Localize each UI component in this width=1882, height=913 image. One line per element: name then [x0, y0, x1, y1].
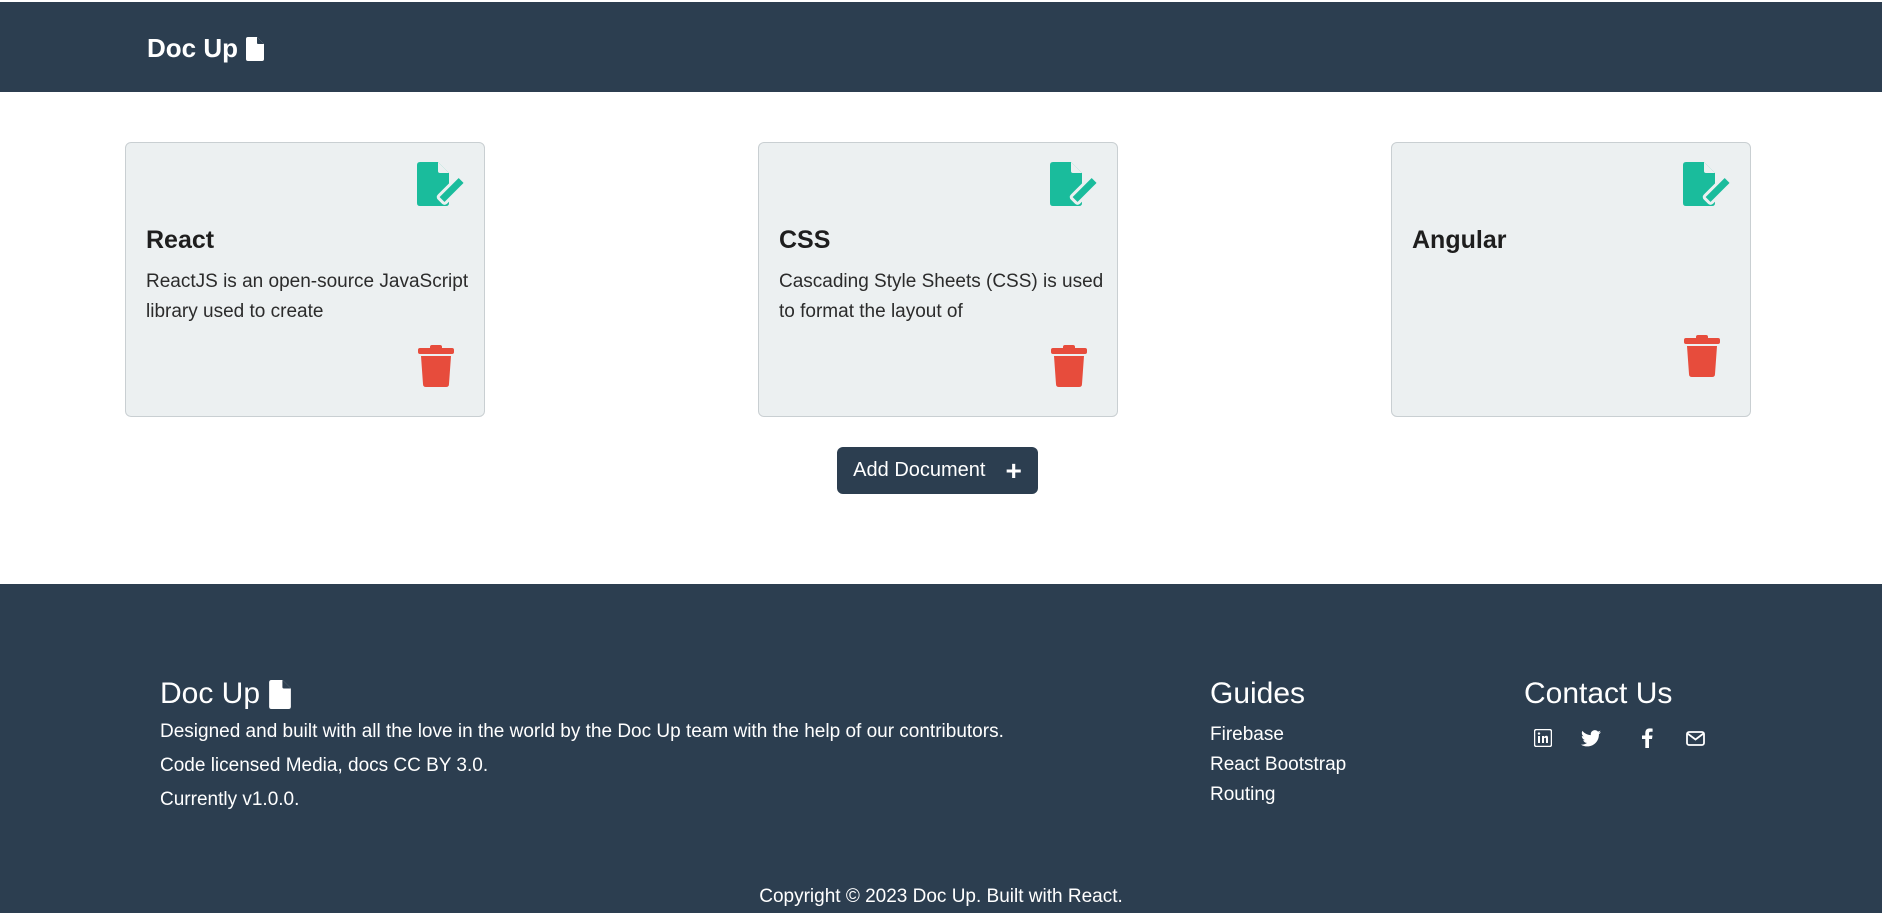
guide-link-routing[interactable]: Routing — [1210, 784, 1276, 806]
delete-document-button[interactable] — [1051, 345, 1087, 387]
file-icon — [246, 36, 264, 61]
file-pen-icon — [1050, 162, 1100, 206]
file-pen-icon — [1683, 162, 1733, 206]
brand-text: Doc Up — [147, 33, 238, 63]
footer-brand: Doc Up — [160, 677, 291, 711]
navbar: Doc Up — [0, 2, 1882, 92]
facebook-link[interactable] — [1634, 725, 1660, 751]
footer: Doc Up Designed and built with all the l… — [0, 584, 1882, 913]
linkedin-link[interactable] — [1530, 725, 1556, 751]
plus-icon: + — [1005, 454, 1022, 486]
add-document-button[interactable]: Add Document + — [837, 447, 1038, 494]
document-title[interactable]: React — [146, 226, 214, 255]
trash-icon — [418, 345, 454, 387]
document-card: CSS Cascading Style Sheets (CSS) is used… — [758, 142, 1118, 417]
edit-document-button[interactable] — [417, 162, 467, 206]
guide-link-firebase[interactable]: Firebase — [1210, 724, 1284, 746]
linkedin-icon — [1534, 729, 1552, 747]
delete-document-button[interactable] — [1684, 335, 1720, 377]
document-card: React ReactJS is an open-source JavaScri… — [125, 142, 485, 417]
document-description: Cascading Style Sheets (CSS) is used to … — [779, 271, 1104, 322]
envelope-icon — [1685, 730, 1705, 746]
edit-document-button[interactable] — [1683, 162, 1733, 206]
facebook-icon — [1641, 728, 1653, 748]
file-icon — [269, 679, 291, 709]
guide-link-react-bootstrap[interactable]: React Bootstrap — [1210, 754, 1346, 776]
document-card: Angular — [1391, 142, 1751, 417]
trash-icon — [1051, 345, 1087, 387]
document-title[interactable]: Angular — [1412, 226, 1506, 255]
edit-document-button[interactable] — [1050, 162, 1100, 206]
trash-icon — [1684, 335, 1720, 377]
footer-brand-text: Doc Up — [160, 677, 261, 710]
document-title[interactable]: CSS — [779, 226, 830, 255]
footer-license: Code licensed Media, docs CC BY 3.0. — [160, 755, 489, 776]
twitter-icon — [1581, 729, 1601, 746]
delete-document-button[interactable] — [418, 345, 454, 387]
contact-heading: Contact Us — [1524, 677, 1673, 710]
guides-heading: Guides — [1210, 677, 1306, 710]
document-description: ReactJS is an open-source JavaScript lib… — [146, 271, 469, 322]
footer-description: Designed and built with all the love in … — [160, 721, 1004, 742]
add-document-label: Add Document — [853, 459, 986, 481]
footer-version: Currently v1.0.0. — [160, 789, 300, 810]
file-pen-icon — [417, 162, 467, 206]
brand[interactable]: Doc Up — [147, 33, 264, 64]
twitter-link[interactable] — [1578, 725, 1604, 751]
email-link[interactable] — [1682, 725, 1708, 751]
copyright: Copyright © 2023 Doc Up. Built with Reac… — [759, 886, 1123, 907]
